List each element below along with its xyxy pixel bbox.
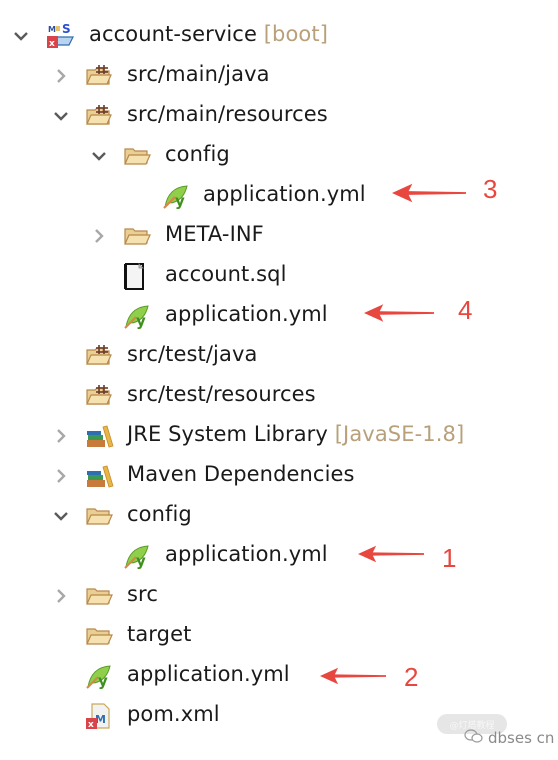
annotation-number: 4 [458, 295, 473, 325]
tree-node-maven-dependencies[interactable]: Maven Dependencies [0, 456, 400, 496]
chevron-right-icon[interactable] [51, 466, 71, 486]
node-label: JRE System Library [127, 422, 328, 446]
folder-open-icon [84, 621, 114, 651]
tree-node-account-service[interactable]: account-service [boot] [0, 16, 400, 56]
spring-yaml-icon [161, 181, 191, 211]
tree-node-target[interactable]: target [0, 616, 400, 656]
folder-open-icon [122, 141, 152, 171]
node-label: META-INF [165, 222, 264, 246]
node-label: src/main/java [127, 62, 270, 86]
tree-node-resources-config-application-yml[interactable]: application.yml [0, 176, 400, 216]
tree-node-src-main-resources[interactable]: src/main/resources [0, 96, 400, 136]
node-label: src/main/resources [127, 102, 328, 126]
tree-node-meta-inf[interactable]: META-INF [0, 216, 400, 256]
library-icon [84, 461, 114, 491]
folder-open-icon [84, 501, 114, 531]
node-label: src/test/java [127, 342, 258, 366]
node-label: application.yml [165, 302, 328, 326]
chevron-down-icon[interactable] [51, 506, 71, 526]
node-label: config [165, 142, 230, 166]
node-label: target [127, 622, 192, 646]
tree-node-src-test-resources[interactable]: src/test/resources [0, 376, 400, 416]
annotation-number: 2 [404, 662, 419, 692]
wechat-icon [464, 729, 483, 743]
package-folder-icon [84, 341, 114, 371]
chevron-down-icon[interactable] [89, 146, 109, 166]
text-file-icon [120, 261, 150, 291]
tree-node-src-test-java[interactable]: src/test/java [0, 336, 400, 376]
chevron-down-icon[interactable] [51, 106, 71, 126]
red-arrow-icon [358, 542, 424, 566]
tree-node-resources-application-yml[interactable]: application.yml [0, 296, 400, 336]
node-decoration: [JavaSE-1.8] [334, 422, 465, 446]
package-folder-icon [84, 61, 114, 91]
chevron-right-icon[interactable] [51, 66, 71, 86]
annotation-number: 3 [483, 174, 498, 204]
chevron-down-icon[interactable] [11, 26, 31, 46]
node-label: src [127, 582, 158, 606]
package-folder-icon [84, 101, 114, 131]
tree-node-root-config-application-yml[interactable]: application.yml [0, 536, 400, 576]
node-label: application.yml [203, 182, 366, 206]
tree-node-account-sql[interactable]: account.sql [0, 256, 400, 296]
node-label: config [127, 502, 192, 526]
folder-open-icon [122, 221, 152, 251]
tree-node-resources-config[interactable]: config [0, 136, 400, 176]
chevron-right-icon[interactable] [89, 226, 109, 246]
package-folder-icon [84, 381, 114, 411]
node-label: Maven Dependencies [127, 462, 355, 486]
chevron-right-icon[interactable] [51, 586, 71, 606]
tree-node-jre-system-library[interactable]: JRE System Library [JavaSE-1.8] [0, 416, 520, 456]
tree-node-src[interactable]: src [0, 576, 400, 616]
spring-yaml-icon [122, 301, 152, 331]
spring-yaml-icon [122, 541, 152, 571]
tree-node-src-main-java[interactable]: src/main/java [0, 56, 400, 96]
chevron-right-icon[interactable] [51, 426, 71, 446]
node-label: src/test/resources [127, 382, 316, 406]
maven-spring-project-icon [45, 21, 75, 51]
red-arrow-icon [320, 664, 386, 688]
red-arrow-icon [364, 301, 434, 325]
maven-pom-icon [84, 701, 114, 731]
node-label: pom.xml [127, 702, 220, 726]
annotation-number: 1 [442, 543, 457, 573]
spring-yaml-icon [84, 661, 114, 691]
library-icon [84, 421, 114, 451]
node-label: account.sql [165, 262, 287, 286]
folder-open-icon [84, 581, 114, 611]
watermark-text: dbses cn [488, 729, 555, 747]
red-arrow-icon [392, 181, 466, 205]
node-label: application.yml [127, 662, 290, 686]
tree-node-pom-xml[interactable]: pom.xml [0, 696, 400, 736]
node-decoration: [boot] [263, 22, 328, 46]
tree-node-root-config[interactable]: config [0, 496, 400, 536]
node-label: account-service [89, 22, 257, 46]
node-label: application.yml [165, 542, 328, 566]
